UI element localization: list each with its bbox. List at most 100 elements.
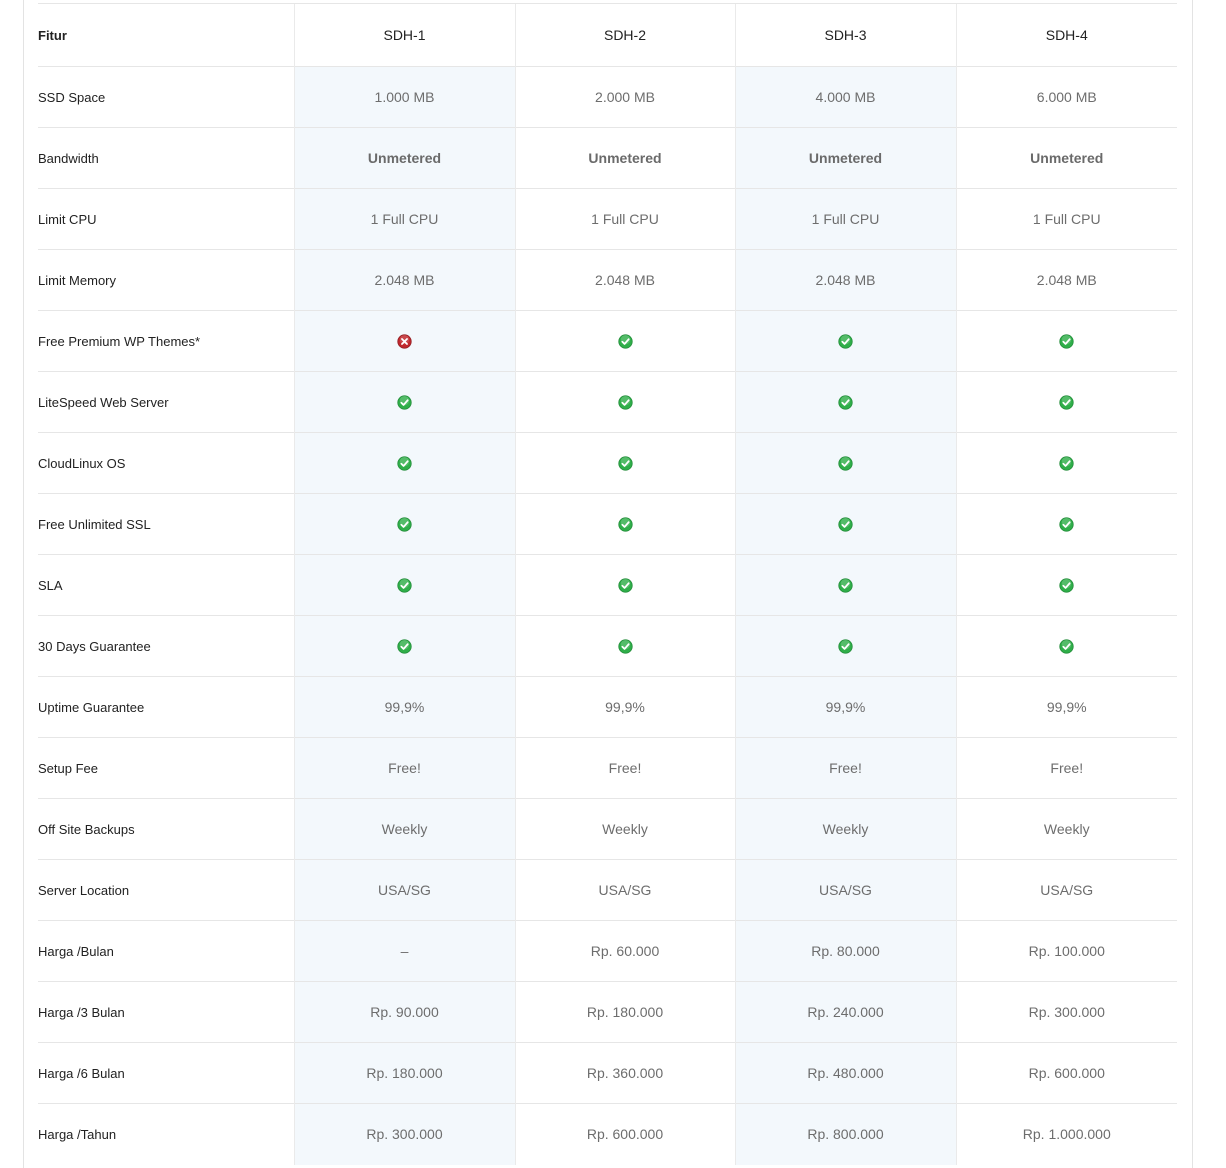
feature-label: 30 Days Guarantee	[38, 615, 294, 677]
feature-value: Weekly	[514, 798, 735, 860]
table-row: Limit CPU 1 Full CPU 1 Full CPU 1 Full CPU 1…	[38, 188, 1177, 250]
feature-value: USA/SG	[293, 859, 515, 921]
check-icon	[838, 334, 853, 350]
feature-status-cell	[734, 432, 956, 494]
feature-status-cell	[955, 371, 1177, 433]
check-icon	[397, 517, 412, 533]
feature-value: Rp. 60.000	[514, 920, 735, 982]
feature-status-cell	[514, 554, 735, 616]
table-row: SLA	[38, 554, 1177, 616]
feature-value: Rp. 300.000	[293, 1103, 515, 1165]
feature-label: LiteSpeed Web Server	[38, 371, 294, 433]
table-row: Harga /Tahun Rp. 300.000 Rp. 600.000 Rp. 80…	[38, 1103, 1177, 1165]
check-icon	[838, 639, 853, 655]
feature-value: Free!	[734, 737, 956, 799]
feature-status-cell	[514, 310, 735, 372]
table-row: Free Premium WP Themes*	[38, 310, 1177, 372]
check-icon	[397, 456, 412, 472]
feature-value: Rp. 800.000	[734, 1103, 956, 1165]
check-icon	[1059, 639, 1074, 655]
feature-status-cell	[293, 432, 515, 494]
feature-status-cell	[955, 310, 1177, 372]
feature-value: Rp. 80.000	[734, 920, 956, 982]
feature-status-cell	[734, 493, 956, 555]
feature-status-cell	[293, 371, 515, 433]
check-icon	[838, 517, 853, 533]
feature-label: Harga /Bulan	[38, 920, 294, 982]
feature-value: 2.048 MB	[955, 249, 1177, 311]
feature-label: Harga /6 Bulan	[38, 1042, 294, 1104]
table-body: SSD Space 1.000 MB 2.000 MB 4.000 MB 6.000 M…	[38, 66, 1177, 1165]
feature-value: 99,9%	[955, 676, 1177, 738]
check-icon	[838, 395, 853, 411]
feature-value: 6.000 MB	[955, 66, 1177, 128]
plan-header-sdh-2: SDH-2	[514, 3, 735, 67]
table-row: LiteSpeed Web Server	[38, 371, 1177, 433]
feature-value: Rp. 360.000	[514, 1042, 735, 1104]
feature-value: 2.000 MB	[514, 66, 735, 128]
table-row: CloudLinux OS	[38, 432, 1177, 494]
check-icon	[838, 578, 853, 594]
feature-status-cell	[514, 432, 735, 494]
check-icon	[617, 395, 633, 411]
feature-label: Harga /3 Bulan	[38, 981, 294, 1043]
feature-value: Weekly	[293, 798, 515, 860]
check-icon	[617, 334, 633, 350]
feature-label: CloudLinux OS	[38, 432, 294, 494]
feature-status-cell	[734, 615, 956, 677]
feature-status-cell	[734, 371, 956, 433]
feature-status-cell	[734, 310, 956, 372]
check-icon	[617, 517, 633, 533]
feature-value: Rp. 180.000	[293, 1042, 515, 1104]
feature-value: Unmetered	[514, 127, 735, 189]
check-icon	[1059, 578, 1074, 594]
feature-value: Unmetered	[293, 127, 515, 189]
feature-value: 1.000 MB	[293, 66, 515, 128]
feature-status-cell	[293, 554, 515, 616]
table-row: Server Location USA/SG USA/SG USA/SG USA/SG	[38, 859, 1177, 921]
feature-label: Harga /Tahun	[38, 1103, 294, 1165]
table-row: Bandwidth Unmetered Unmetered Unmetered Unme…	[38, 127, 1177, 189]
table-row: Off Site Backups Weekly Weekly Weekly Weekly	[38, 798, 1177, 860]
feature-label: Limit CPU	[38, 188, 294, 250]
feature-label: Off Site Backups	[38, 798, 294, 860]
plan-header-sdh-3: SDH-3	[734, 3, 956, 67]
feature-value: Rp. 480.000	[734, 1042, 956, 1104]
feature-value: 2.048 MB	[514, 249, 735, 311]
table-row: Free Unlimited SSL	[38, 493, 1177, 555]
feature-value: Rp. 1.000.000	[955, 1103, 1177, 1165]
feature-value: USA/SG	[514, 859, 735, 921]
plan-comparison-table: Fitur SDH-1 SDH-2 SDH-3 SDH-4 SSD Space 1…	[38, 3, 1177, 1165]
feature-status-cell	[514, 615, 735, 677]
feature-status-cell	[293, 493, 515, 555]
feature-status-cell	[734, 554, 956, 616]
feature-value: 1 Full CPU	[734, 188, 956, 250]
feature-value: 1 Full CPU	[955, 188, 1177, 250]
table-row: Setup Fee Free! Free! Free! Free!	[38, 737, 1177, 799]
feature-label: Setup Fee	[38, 737, 294, 799]
table-row: Harga /3 Bulan Rp. 90.000 Rp. 180.000 Rp. 2…	[38, 981, 1177, 1043]
feature-value: 1 Full CPU	[514, 188, 735, 250]
feature-value: 1 Full CPU	[293, 188, 515, 250]
comparison-table-wrapper: Fitur SDH-1 SDH-2 SDH-3 SDH-4 SSD Space 1…	[38, 3, 1177, 1165]
feature-value: 99,9%	[734, 676, 956, 738]
feature-value: Rp. 600.000	[955, 1042, 1177, 1104]
table-header-row: Fitur SDH-1 SDH-2 SDH-3 SDH-4	[38, 3, 1177, 67]
feature-label: Uptime Guarantee	[38, 676, 294, 738]
feature-value: –	[293, 920, 515, 982]
check-icon	[838, 456, 853, 472]
feature-value: Free!	[293, 737, 515, 799]
feature-value: Rp. 100.000	[955, 920, 1177, 982]
plan-header-sdh-4: SDH-4	[955, 3, 1177, 67]
feature-value: Rp. 300.000	[955, 981, 1177, 1043]
table-row: 30 Days Guarantee	[38, 615, 1177, 677]
feature-status-cell	[955, 493, 1177, 555]
feature-value: Weekly	[734, 798, 956, 860]
feature-value: Rp. 600.000	[514, 1103, 735, 1165]
feature-status-cell	[514, 493, 735, 555]
feature-label: Limit Memory	[38, 249, 294, 311]
check-icon	[1059, 456, 1074, 472]
feature-column-header: Fitur	[38, 3, 294, 67]
feature-value: Rp. 90.000	[293, 981, 515, 1043]
feature-value: Free!	[955, 737, 1177, 799]
